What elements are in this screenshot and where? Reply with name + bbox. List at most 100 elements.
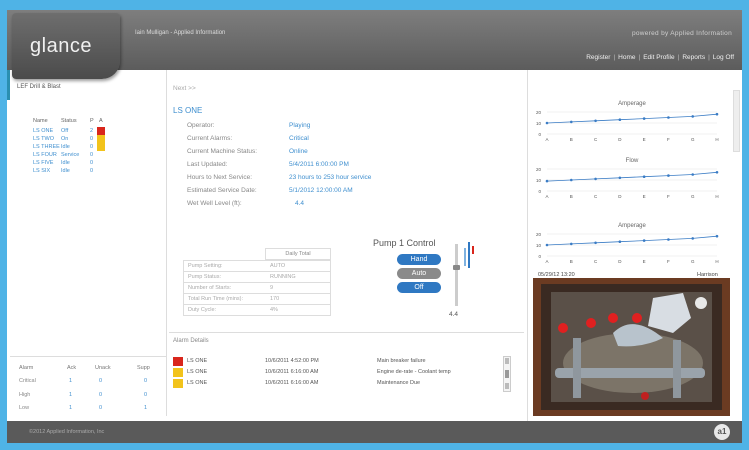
nav-register[interactable]: Register xyxy=(586,54,610,61)
data-point xyxy=(545,243,549,247)
station-group-title: LEF Drill & Blast xyxy=(17,84,61,90)
alarm-details-title: Alarm Details xyxy=(173,338,209,344)
off-button[interactable]: Off xyxy=(397,282,441,293)
field-value: 5/1/2012 12:00:00 AM xyxy=(289,187,353,194)
glance-logo[interactable]: glance xyxy=(12,13,120,79)
footer: ©2012 Applied Information, Inc a1 xyxy=(7,421,742,443)
station-p: 0 xyxy=(90,144,94,150)
field-label: Wet Well Level (ft): xyxy=(187,200,242,207)
level-slider-handle[interactable] xyxy=(453,265,460,270)
station-title: LS ONE xyxy=(173,106,203,115)
chart-title: Amperage xyxy=(618,101,646,107)
next-link[interactable]: Next >> xyxy=(173,85,196,92)
a1-logo[interactable]: a1 xyxy=(714,424,730,440)
data-point xyxy=(569,178,573,182)
station-name[interactable]: LS THREE xyxy=(33,144,60,150)
station-name[interactable]: LS FOUR xyxy=(33,152,57,158)
scroll-up-arrow-icon[interactable] xyxy=(505,358,509,364)
alarm-level: Low xyxy=(19,405,30,411)
x-tick-label: F xyxy=(667,259,670,264)
data-point xyxy=(618,118,622,121)
data-point xyxy=(594,241,597,245)
station-table: Name Status P A LS ONE Off 2 LS TWO On 0… xyxy=(33,118,163,188)
alarm-unack: 0 xyxy=(99,405,103,411)
col-unack: Unack xyxy=(95,365,111,371)
station-name[interactable]: LS SIX xyxy=(33,168,50,174)
daily-total-table: Daily Total Pump Setting: AUTO Pump Statu… xyxy=(183,248,331,326)
x-tick-label: A xyxy=(545,259,548,264)
station-name[interactable]: LS FIVE xyxy=(33,160,53,166)
field-label: Estimated Service Date: xyxy=(187,187,257,194)
alarm-color-critical xyxy=(173,357,183,366)
alarm-level: Critical xyxy=(19,378,36,384)
alarm-supp: 0 xyxy=(144,378,148,384)
trend-charts: Amperage20100A B C D E F G HFlow20100A B C D E F G HAm… xyxy=(536,101,719,264)
top-nav: Register | Home | Edit Profile | Reports | L… xyxy=(586,54,734,61)
x-tick-label: B xyxy=(570,137,573,142)
col-supp: Supp xyxy=(137,365,150,371)
field-value: 23 hours to 253 hour service xyxy=(289,174,372,181)
right-panel-scrollbar[interactable] xyxy=(733,90,740,152)
station-status: Idle xyxy=(61,160,70,166)
station-name[interactable]: LS TWO xyxy=(33,136,54,142)
user-name: Iain Mulligan - Applied Information xyxy=(135,30,226,36)
hand-button[interactable]: Hand xyxy=(397,254,441,265)
alarm-row-time: 10/6/2011 6:16:00 AM xyxy=(265,369,319,375)
x-tick-label: D xyxy=(618,194,622,199)
nav-home[interactable]: Home xyxy=(618,54,635,61)
alarm-row-time: 10/6/2011 4:52:00 PM xyxy=(265,358,319,364)
x-tick-label: D xyxy=(618,259,622,264)
level-slider-track[interactable] xyxy=(455,244,458,306)
data-point xyxy=(691,173,695,176)
field-value: Critical xyxy=(289,135,309,142)
field-label: Current Alarms: xyxy=(187,135,233,142)
logo-text: glance xyxy=(30,35,92,57)
x-tick-label: E xyxy=(643,137,646,142)
nav-edit-profile[interactable]: Edit Profile xyxy=(643,54,674,61)
data-point xyxy=(691,115,695,118)
field-label: Current Machine Status: xyxy=(187,148,258,155)
y-tick-label: 0 xyxy=(538,254,541,259)
alarm-row-message: Main breaker failure xyxy=(377,358,426,364)
alarm-indicator-critical xyxy=(97,127,105,135)
field-value: 5/4/2011 6:00:00 PM xyxy=(289,161,349,168)
nav-reports[interactable]: Reports xyxy=(682,54,705,61)
daily-label: Pump Status: xyxy=(188,274,222,280)
field-label: Operator: xyxy=(187,122,215,129)
x-tick-label: H xyxy=(715,259,718,264)
x-tick-label: H xyxy=(715,137,718,142)
x-tick-label: F xyxy=(667,194,670,199)
field-value: Online xyxy=(289,148,308,155)
alarm-scrollbar[interactable] xyxy=(503,356,511,392)
chart-title: Amperage xyxy=(618,223,646,229)
data-point xyxy=(715,171,719,174)
field-label: Last Updated: xyxy=(187,161,228,168)
daily-label: Total Run Time (mins): xyxy=(188,296,244,302)
nav-log-off[interactable]: Log Off xyxy=(713,54,734,61)
auto-button[interactable]: Auto xyxy=(397,268,441,279)
alarm-ack: 1 xyxy=(69,378,73,384)
y-tick-label: 0 xyxy=(538,132,541,137)
station-status: On xyxy=(61,136,69,142)
y-tick-label: 10 xyxy=(536,243,542,248)
y-tick-label: 20 xyxy=(536,110,542,115)
alarm-row-message: Maintenance Due xyxy=(377,380,421,386)
camera-image[interactable] xyxy=(533,278,730,416)
station-status: Off xyxy=(61,128,69,134)
level-gauge-bar-secondary xyxy=(464,248,466,266)
y-tick-label: 20 xyxy=(536,232,542,237)
alarm-row-station: LS ONE xyxy=(187,380,208,386)
chart-title: Flow xyxy=(626,158,639,164)
x-tick-label: A xyxy=(545,194,548,199)
data-point xyxy=(642,239,646,242)
station-name[interactable]: LS ONE xyxy=(33,128,53,134)
daily-value: AUTO xyxy=(270,263,286,269)
data-point xyxy=(618,240,622,243)
scroll-down-arrow-icon[interactable] xyxy=(505,383,509,389)
scroll-thumb[interactable] xyxy=(505,370,509,378)
alarm-indicator-warning xyxy=(97,135,105,143)
level-value: 4.4 xyxy=(449,311,459,318)
alarm-unack: 0 xyxy=(99,378,103,384)
station-p: 2 xyxy=(90,128,94,134)
data-point xyxy=(594,119,597,123)
